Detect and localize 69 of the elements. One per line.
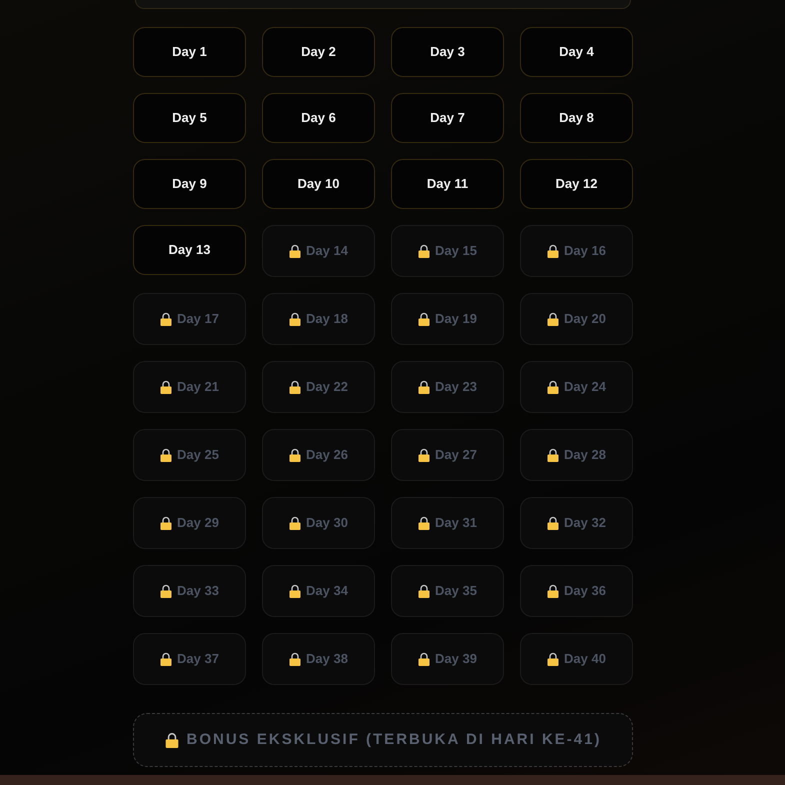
day-button[interactable]: Day 9 bbox=[133, 158, 246, 208]
day-button[interactable]: Day 34 bbox=[262, 564, 375, 616]
day-button[interactable]: Day 1 bbox=[133, 26, 246, 76]
day-button[interactable]: Day 22 bbox=[262, 360, 375, 412]
day-button[interactable]: Day 27 bbox=[391, 428, 504, 480]
lock-icon bbox=[160, 380, 172, 394]
day-button[interactable]: Day 28 bbox=[520, 428, 633, 480]
day-button[interactable]: Day 5 bbox=[133, 92, 246, 142]
day-button[interactable]: Day 8 bbox=[520, 92, 633, 142]
day-button[interactable]: Day 10 bbox=[262, 158, 375, 208]
day-button[interactable]: Day 19 bbox=[391, 292, 504, 344]
lock-icon bbox=[160, 312, 172, 326]
day-button[interactable]: Day 31 bbox=[391, 496, 504, 548]
lock-icon bbox=[547, 380, 560, 394]
day-button[interactable]: Day 17 bbox=[133, 292, 246, 344]
lock-icon bbox=[418, 448, 430, 462]
lock-icon bbox=[289, 312, 302, 326]
lock-icon bbox=[164, 732, 179, 748]
day-button[interactable]: Day 26 bbox=[262, 428, 375, 480]
lock-icon bbox=[160, 584, 172, 598]
lock-icon bbox=[418, 584, 430, 598]
day-button[interactable]: Day 2 bbox=[262, 26, 375, 76]
day-button[interactable]: Day 38 bbox=[262, 632, 375, 684]
day-button[interactable]: Day 14 bbox=[262, 224, 375, 276]
day-button[interactable]: Day 25 bbox=[133, 428, 246, 480]
lock-icon bbox=[160, 652, 172, 666]
day-button[interactable]: Day 12 bbox=[520, 158, 633, 208]
day-button[interactable]: Day 30 bbox=[262, 496, 375, 548]
day-button[interactable]: Day 29 bbox=[133, 496, 246, 548]
day-button[interactable]: Day 20 bbox=[520, 292, 633, 344]
lock-icon bbox=[160, 516, 172, 530]
lock-icon bbox=[418, 652, 430, 666]
lock-icon bbox=[418, 380, 430, 394]
lock-icon bbox=[547, 312, 560, 326]
day-button[interactable]: Day 33 bbox=[133, 564, 246, 616]
lock-icon bbox=[289, 448, 302, 462]
day-button[interactable]: Day 6 bbox=[262, 92, 375, 142]
lock-icon bbox=[289, 652, 302, 666]
lock-icon bbox=[547, 448, 560, 462]
lock-icon bbox=[547, 244, 560, 258]
day-button[interactable]: Day 24 bbox=[520, 360, 633, 412]
lock-icon bbox=[418, 516, 430, 530]
bonus-label: BONUS EKSKLUSIF (TERBUKA DI HARI KE-41) bbox=[186, 731, 602, 748]
day-button[interactable]: Day 32 bbox=[520, 496, 633, 548]
day-button[interactable]: Day 21 bbox=[133, 360, 246, 412]
lock-icon bbox=[418, 244, 430, 258]
lock-icon bbox=[547, 516, 560, 530]
lock-icon bbox=[547, 584, 560, 598]
lock-icon bbox=[160, 448, 172, 462]
day-button[interactable]: Day 11 bbox=[391, 158, 504, 208]
lock-icon bbox=[289, 380, 302, 394]
day-button[interactable]: Day 16 bbox=[520, 224, 633, 276]
day-button[interactable]: Day 40 bbox=[520, 632, 633, 684]
day-button[interactable]: Day 7 bbox=[391, 92, 504, 142]
lock-icon bbox=[289, 244, 302, 258]
day-button[interactable]: Day 35 bbox=[391, 564, 504, 616]
day-button[interactable]: Day 15 bbox=[391, 224, 504, 276]
day-button[interactable]: Day 18 bbox=[262, 292, 375, 344]
day-button[interactable]: Day 39 bbox=[391, 632, 504, 684]
lock-icon bbox=[547, 652, 560, 666]
lock-icon bbox=[418, 312, 430, 326]
day-button[interactable]: Day 13 bbox=[133, 224, 246, 274]
lock-icon bbox=[289, 516, 302, 530]
day-button[interactable]: Day 3 bbox=[391, 26, 504, 76]
lock-icon bbox=[289, 584, 302, 598]
day-button[interactable]: Day 36 bbox=[520, 564, 633, 616]
day-button[interactable]: Day 4 bbox=[520, 26, 633, 76]
day-button[interactable]: Day 37 bbox=[133, 632, 246, 684]
day-button[interactable]: Day 23 bbox=[391, 360, 504, 412]
